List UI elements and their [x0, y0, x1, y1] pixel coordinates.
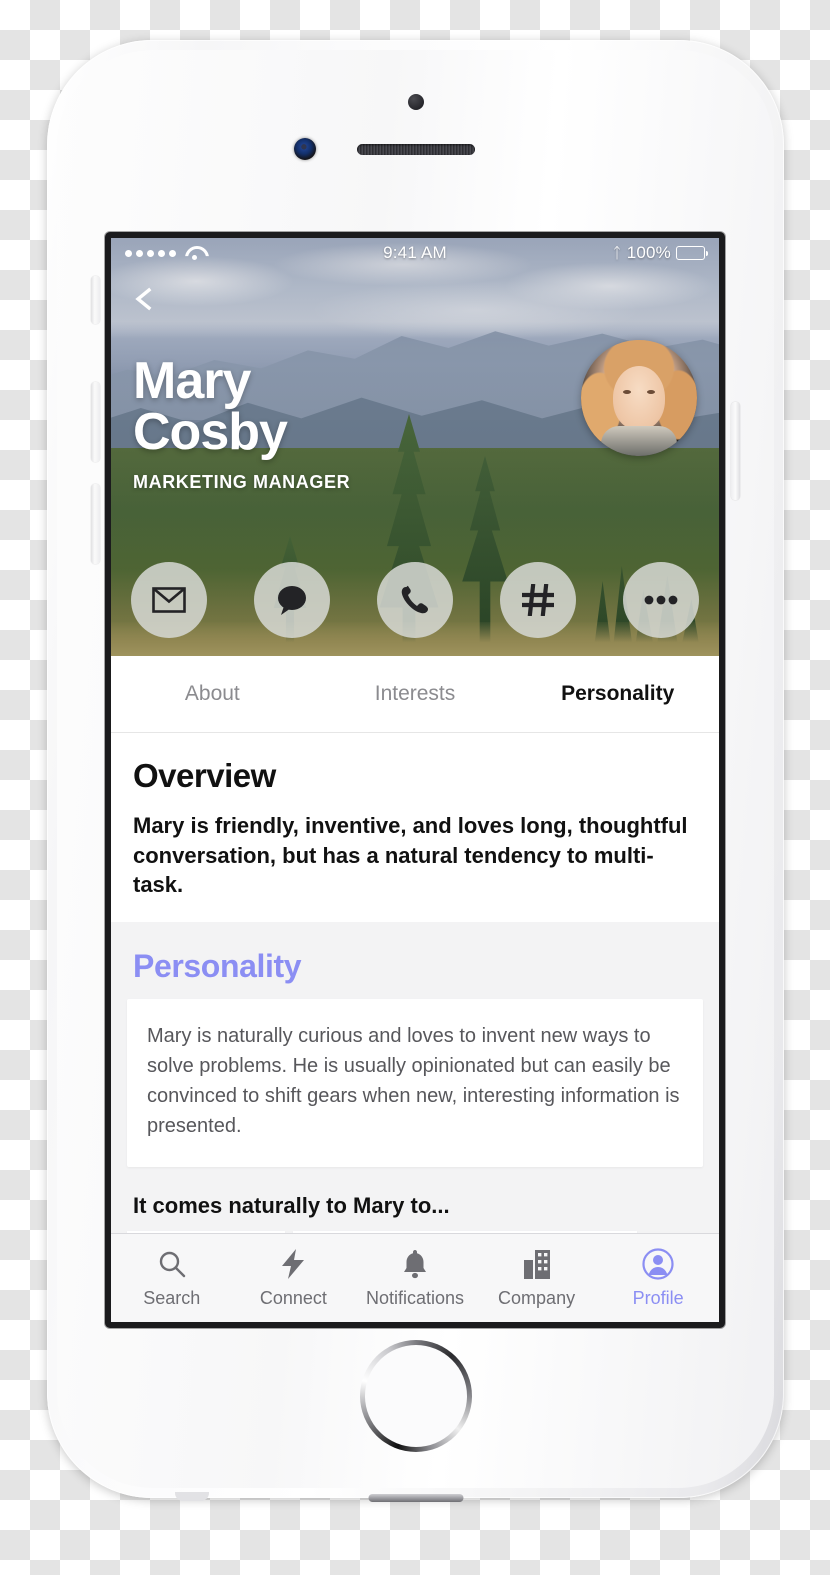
screen-bezel: 9:41 AM ᛏ 100% Mary Cosby MARKETING MANA… [105, 232, 725, 1328]
nav-item-company[interactable]: Company [476, 1247, 598, 1309]
overview-title: Overview [133, 757, 276, 794]
avatar-body [601, 426, 677, 456]
personality-text: Mary is naturally curious and loves to i… [147, 1025, 680, 1138]
bottom-navigation: Search Connect Notifications Company Pro… [111, 1233, 719, 1322]
natural-heading: It comes naturally to Mary to... [133, 1193, 450, 1219]
profile-hero: 9:41 AM ᛏ 100% Mary Cosby MARKETING MANA… [111, 238, 719, 656]
ellipsis-icon [644, 595, 678, 605]
page-title: Mary Cosby [133, 352, 288, 461]
identity-block: Mary Cosby MARKETING MANAGER [133, 352, 569, 493]
message-button[interactable] [254, 562, 330, 638]
hashtag-button[interactable] [500, 562, 576, 638]
hashtag-icon [522, 584, 554, 616]
personality-card: Mary is naturally curious and loves to i… [127, 999, 703, 1168]
avatar-face [613, 366, 665, 430]
bell-icon [401, 1247, 429, 1281]
envelope-icon [152, 587, 186, 613]
nav-label: Company [498, 1288, 576, 1308]
silent-switch[interactable] [91, 276, 100, 324]
nav-item-search[interactable]: Search [111, 1247, 233, 1309]
phone-icon [399, 584, 431, 616]
email-button[interactable] [131, 562, 207, 638]
more-button[interactable] [623, 562, 699, 638]
status-right-group: ᛏ 100% [612, 243, 709, 263]
avatar[interactable] [581, 340, 697, 456]
battery-icon [676, 246, 709, 260]
bottom-notch [175, 1492, 209, 1501]
phone-screen: 9:41 AM ᛏ 100% Mary Cosby MARKETING MANA… [111, 238, 719, 1322]
proximity-sensor [407, 94, 424, 110]
status-bar: 9:41 AM ᛏ 100% [111, 238, 719, 268]
earpiece-speaker [356, 144, 475, 155]
call-button[interactable] [377, 562, 453, 638]
lightning-port [368, 1494, 463, 1502]
nav-item-notifications[interactable]: Notifications [354, 1247, 476, 1309]
nav-label: Search [143, 1288, 201, 1308]
personality-heading: Personality [133, 948, 302, 985]
chat-bubble-icon [275, 584, 309, 616]
back-button[interactable] [131, 286, 157, 312]
action-button-row [131, 562, 699, 638]
power-button[interactable] [731, 402, 740, 500]
nav-label: Profile [632, 1288, 684, 1308]
tab-interests[interactable]: Interests [314, 682, 517, 706]
bluetooth-icon: ᛏ [612, 244, 622, 262]
nav-label: Notifications [365, 1288, 464, 1308]
avatar-eye-right [647, 390, 655, 394]
front-camera [294, 138, 316, 160]
volume-up-button[interactable] [91, 382, 100, 462]
building-icon [522, 1247, 552, 1281]
nav-item-connect[interactable]: Connect [233, 1247, 355, 1309]
overview-text: Mary is friendly, inventive, and loves l… [133, 813, 688, 898]
nav-item-profile[interactable]: Profile [597, 1247, 719, 1309]
nav-label: Connect [259, 1288, 327, 1308]
profile-role: MARKETING MANAGER [133, 471, 351, 492]
search-icon [158, 1247, 186, 1281]
volume-down-button[interactable] [91, 484, 100, 564]
home-button[interactable] [359, 1340, 472, 1452]
profile-tab-bar: About Interests Personality [111, 656, 719, 733]
lightning-bolt-icon [280, 1247, 306, 1281]
overview-section: Overview Mary is friendly, inventive, an… [111, 733, 719, 923]
avatar-eye-left [623, 390, 631, 394]
phone-device: 9:41 AM ᛏ 100% Mary Cosby MARKETING MANA… [47, 40, 784, 1502]
tab-personality[interactable]: Personality [516, 682, 719, 706]
tab-about[interactable]: About [111, 682, 314, 706]
battery-percent: 100% [626, 243, 671, 262]
person-circle-icon [642, 1247, 674, 1281]
